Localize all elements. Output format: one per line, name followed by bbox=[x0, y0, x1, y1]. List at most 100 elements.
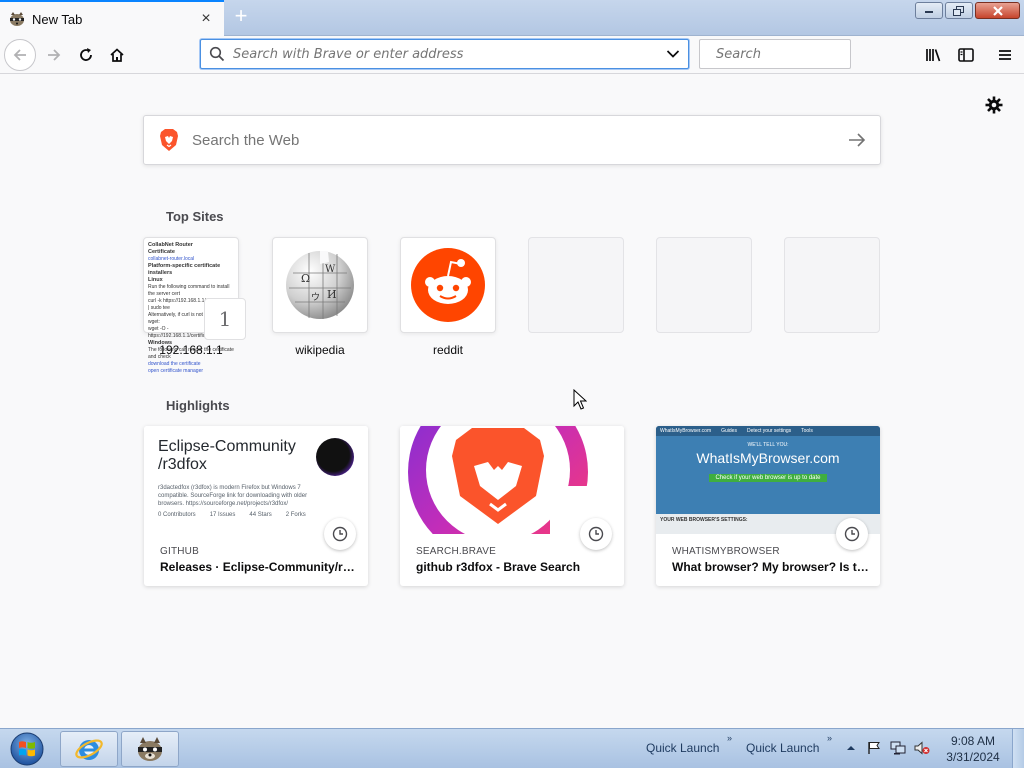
action-center-icon[interactable] bbox=[866, 740, 882, 756]
highlight-card[interactable]: WhatIsMyBrowser.com Guides Detect your s… bbox=[656, 426, 880, 586]
hamburger-menu-icon bbox=[999, 50, 1011, 60]
top-sites-heading: Top Sites bbox=[166, 209, 224, 224]
tab-new-tab[interactable]: New Tab × bbox=[0, 0, 224, 36]
repo-title: Eclipse-Community /r3dfox bbox=[158, 438, 308, 474]
start-button[interactable] bbox=[4, 730, 50, 768]
reddit-logo-icon bbox=[411, 248, 485, 322]
site-thumbnail: CollabNet Router Certificate collabnet-r… bbox=[143, 237, 246, 374]
highlight-source: GITHUB bbox=[160, 546, 199, 557]
library-button[interactable] bbox=[918, 39, 950, 71]
back-arrow-icon bbox=[13, 49, 26, 61]
volume-muted-icon[interactable] bbox=[914, 740, 930, 756]
site-nav-item: Guides bbox=[721, 428, 737, 434]
chevron-down-icon[interactable] bbox=[666, 49, 680, 59]
window-controls bbox=[915, 2, 1020, 19]
top-site-tile[interactable]: Ω W И ウ wikipedia bbox=[272, 237, 368, 357]
preview-subtitle: Certificate bbox=[148, 249, 175, 255]
empty-tile bbox=[656, 237, 752, 333]
top-site-label: wikipedia bbox=[295, 343, 345, 357]
taskbar-browser[interactable] bbox=[121, 731, 179, 767]
quick-launch-toolbar[interactable]: Quick Launch bbox=[746, 741, 819, 755]
tab-strip: New Tab × + bbox=[0, 0, 1024, 36]
svg-text:ウ: ウ bbox=[311, 292, 320, 303]
quick-launch-toolbar[interactable]: Quick Launch bbox=[646, 741, 719, 755]
highlight-card[interactable]: SEARCH.BRAVE github r3dfox - Brave Searc… bbox=[400, 426, 624, 586]
repo-name: /r3dfox bbox=[158, 456, 207, 473]
reload-icon bbox=[80, 48, 92, 61]
tab-title: New Tab bbox=[32, 11, 83, 27]
svg-text:И: И bbox=[327, 288, 337, 301]
close-tab-icon[interactable]: × bbox=[194, 7, 218, 31]
new-tab-button[interactable]: + bbox=[230, 5, 252, 28]
highlight-card[interactable]: Eclipse-Community /r3dfox r3dactedfox (r… bbox=[144, 426, 368, 586]
top-site-label: reddit bbox=[432, 343, 464, 357]
empty-tile bbox=[784, 237, 880, 333]
repo-owner: Eclipse-Community bbox=[158, 438, 296, 455]
restore-button[interactable] bbox=[945, 2, 973, 19]
sidebar-button[interactable] bbox=[950, 39, 982, 71]
svg-text:W: W bbox=[325, 264, 336, 275]
close-window-button[interactable] bbox=[975, 2, 1020, 19]
search-icon bbox=[209, 46, 225, 62]
library-icon bbox=[926, 49, 941, 62]
back-button[interactable] bbox=[4, 39, 36, 71]
empty-top-site-slot[interactable] bbox=[784, 237, 880, 343]
empty-top-site-slot[interactable] bbox=[528, 237, 624, 343]
quick-launch-chevron[interactable]: » bbox=[827, 733, 832, 743]
preview-heading: Platform-specific certificate installers bbox=[148, 263, 221, 276]
show-desktop-button[interactable] bbox=[1012, 729, 1024, 768]
forward-button[interactable] bbox=[38, 39, 70, 71]
web-search-box[interactable] bbox=[143, 115, 881, 165]
repo-description: r3dactedfox (r3dfox) is modern Firefox b… bbox=[158, 485, 308, 507]
site-nav-item: Detect your settings bbox=[746, 428, 792, 434]
clock-date: 3/31/2024 bbox=[946, 750, 1000, 764]
navigation-toolbar bbox=[0, 36, 1024, 74]
network-icon[interactable] bbox=[890, 740, 906, 756]
hero-kicker: WE'LL TELL YOU: bbox=[747, 442, 789, 448]
repo-stats: 0 Contributors 17 Issues 44 Stars 2 Fork… bbox=[158, 512, 354, 518]
highlights-heading: Highlights bbox=[166, 398, 230, 413]
preview-link: download the certificate bbox=[148, 361, 201, 367]
home-button[interactable] bbox=[101, 39, 133, 71]
highlight-source: WHATISMYBROWSER bbox=[672, 546, 780, 557]
site-letter-badge: 1 bbox=[204, 298, 246, 340]
brave-lion-icon bbox=[160, 129, 178, 151]
raccoon-icon bbox=[138, 737, 162, 761]
wikipedia-globe-icon: Ω W И ウ bbox=[286, 251, 354, 319]
site-nav-item: Tools bbox=[801, 428, 813, 434]
internet-explorer-icon bbox=[75, 739, 103, 760]
empty-top-site-slot[interactable] bbox=[656, 237, 752, 343]
site-thumbnail bbox=[400, 237, 496, 333]
search-input[interactable] bbox=[716, 46, 884, 62]
address-bar[interactable] bbox=[200, 39, 689, 69]
minimize-button[interactable] bbox=[915, 2, 943, 19]
gear-icon bbox=[985, 96, 1003, 114]
menu-button[interactable] bbox=[989, 39, 1021, 71]
highlight-title: What browser? My browser? Is this the la… bbox=[672, 560, 870, 574]
mouse-cursor-icon bbox=[573, 389, 587, 410]
hero-check-banner: Check if your web browser is up to date bbox=[709, 474, 827, 482]
site-thumbnail: Ω W И ウ bbox=[272, 237, 368, 333]
page-settings-button[interactable] bbox=[983, 94, 1005, 116]
search-bar[interactable] bbox=[699, 39, 884, 69]
forward-arrow-icon bbox=[48, 49, 61, 61]
preview-os-heading: Windows bbox=[148, 340, 173, 346]
reload-button[interactable] bbox=[70, 39, 102, 71]
highlight-title: Releases · Eclipse-Community/r3dfox bbox=[160, 560, 358, 574]
web-search-input[interactable] bbox=[192, 131, 848, 149]
top-site-tile[interactable]: reddit bbox=[400, 237, 496, 357]
preview-os-heading: Linux bbox=[148, 277, 163, 283]
system-clock[interactable]: 9:08 AM 3/31/2024 bbox=[940, 733, 1006, 765]
show-hidden-icons-button[interactable] bbox=[843, 740, 859, 756]
arrow-right-icon[interactable] bbox=[848, 133, 866, 147]
contributors-stat: 0 Contributors bbox=[158, 512, 196, 518]
top-site-tile[interactable]: CollabNet Router Certificate collabnet-r… bbox=[143, 237, 246, 374]
stars-stat: 44 Stars bbox=[249, 512, 272, 518]
address-input[interactable] bbox=[233, 46, 666, 62]
taskbar-internet-explorer[interactable] bbox=[60, 731, 118, 767]
preview-title: CollabNet Router bbox=[148, 242, 193, 248]
clock-icon bbox=[324, 518, 356, 550]
issues-stat: 17 Issues bbox=[209, 512, 236, 518]
quick-launch-chevron[interactable]: » bbox=[727, 733, 732, 743]
chevron-up-icon bbox=[847, 746, 855, 750]
